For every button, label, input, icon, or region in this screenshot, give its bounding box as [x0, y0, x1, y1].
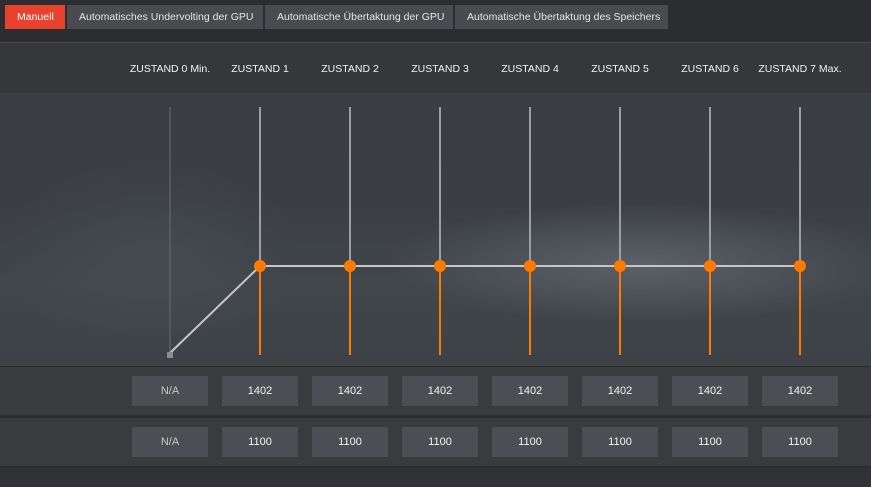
frequency-row: N/A 1402 1402 1402 1402 1402 1402 1402 — [0, 367, 871, 415]
state-5-handle[interactable] — [614, 260, 626, 272]
frequency-field-0[interactable]: N/A — [132, 376, 208, 406]
voltage-field-2[interactable]: 1100 — [312, 427, 388, 457]
frequency-field-4[interactable]: 1402 — [492, 376, 568, 406]
voltage-field-3[interactable]: 1100 — [402, 427, 478, 457]
voltage-field-5[interactable]: 1100 — [582, 427, 658, 457]
voltage-field-1[interactable]: 1100 — [222, 427, 298, 457]
frequency-curve-graph — [0, 93, 871, 366]
curve-svg — [167, 107, 806, 358]
state-1-handle[interactable] — [254, 260, 266, 272]
voltage-row: N/A 1100 1100 1100 1100 1100 1100 1100 — [0, 418, 871, 466]
tab-auto-undervolt-gpu[interactable]: Automatisches Undervolting der GPU — [67, 5, 263, 29]
state-0-handle[interactable] — [167, 352, 173, 358]
frequency-field-3[interactable]: 1402 — [402, 376, 478, 406]
tab-bar: Manuell Automatisches Undervolting der G… — [5, 5, 668, 29]
state-3-handle[interactable] — [434, 260, 446, 272]
state-label-7: ZUSTAND 7 Max. — [758, 63, 842, 75]
state-label-5: ZUSTAND 5 — [591, 63, 649, 75]
state-label-3: ZUSTAND 3 — [411, 63, 469, 75]
tab-manual[interactable]: Manuell — [5, 5, 65, 29]
state-2-handle[interactable] — [344, 260, 356, 272]
state-label-2: ZUSTAND 2 — [321, 63, 379, 75]
tab-auto-overclock-gpu[interactable]: Automatische Übertaktung der GPU — [265, 5, 453, 29]
state-6-handle[interactable] — [704, 260, 716, 272]
curve-line — [169, 265, 800, 354]
footer-strip — [0, 468, 871, 487]
tab-auto-overclock-memory[interactable]: Automatische Übertaktung des Speichers — [455, 5, 668, 29]
frequency-field-7[interactable]: 1402 — [762, 376, 838, 406]
voltage-field-7[interactable]: 1100 — [762, 427, 838, 457]
voltage-field-6[interactable]: 1100 — [672, 427, 748, 457]
frequency-field-2[interactable]: 1402 — [312, 376, 388, 406]
frequency-field-1[interactable]: 1402 — [222, 376, 298, 406]
state-label-0: ZUSTAND 0 Min. — [129, 63, 211, 75]
voltage-field-0[interactable]: N/A — [132, 427, 208, 457]
state-label-1: ZUSTAND 1 — [231, 63, 289, 75]
state-header-row: ZUSTAND 0 Min. ZUSTAND 1 ZUSTAND 2 ZUSTA… — [0, 43, 871, 93]
frequency-field-5[interactable]: 1402 — [582, 376, 658, 406]
voltage-field-4[interactable]: 1100 — [492, 427, 568, 457]
frequency-field-6[interactable]: 1402 — [672, 376, 748, 406]
state-label-4: ZUSTAND 4 — [501, 63, 559, 75]
state-7-handle[interactable] — [794, 260, 806, 272]
state-4-handle[interactable] — [524, 260, 536, 272]
state-label-6: ZUSTAND 6 — [681, 63, 739, 75]
